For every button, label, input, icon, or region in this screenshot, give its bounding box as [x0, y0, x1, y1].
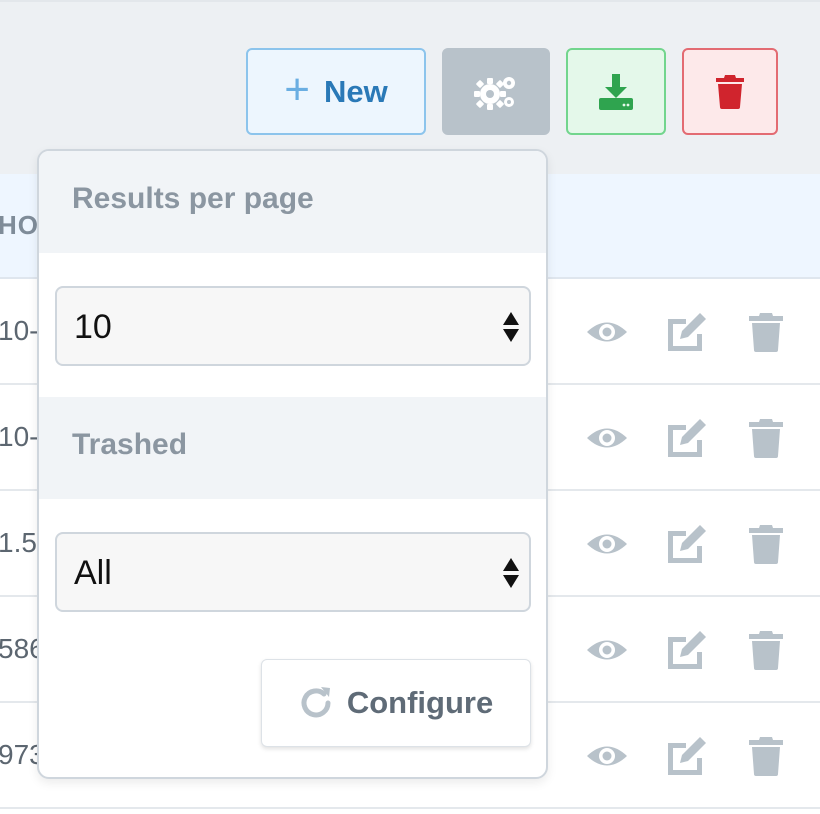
edit-icon[interactable]	[664, 629, 708, 671]
eye-icon[interactable]	[585, 735, 629, 777]
edit-icon[interactable]	[664, 735, 708, 777]
trashed-header: Trashed	[39, 397, 546, 499]
trash-icon[interactable]	[744, 417, 788, 459]
trash-icon[interactable]	[744, 735, 788, 777]
trash-icon[interactable]	[744, 629, 788, 671]
new-button[interactable]: + New	[246, 48, 426, 135]
eye-icon[interactable]	[585, 523, 629, 565]
export-button[interactable]	[566, 48, 666, 135]
configure-label: Configure	[346, 685, 494, 720]
configure-button[interactable]: Configure	[261, 659, 531, 747]
edit-icon[interactable]	[664, 523, 708, 565]
cell-text: 10-	[0, 315, 39, 346]
select-arrows-icon	[503, 312, 519, 342]
delete-button[interactable]	[682, 48, 778, 135]
cell-text: 1.5	[0, 527, 37, 558]
toolbar: + New	[0, 0, 820, 174]
settings-button[interactable]	[442, 48, 550, 135]
app-root: + New HO 10- 10-3 1.5 586 973 Results pe…	[0, 0, 820, 814]
eye-icon[interactable]	[585, 311, 629, 353]
eye-icon[interactable]	[585, 417, 629, 459]
download-icon	[599, 73, 633, 110]
trashed-label: Trashed	[72, 428, 188, 461]
eye-icon[interactable]	[585, 629, 629, 671]
trashed-value: All	[74, 554, 112, 592]
settings-dropdown: Results per page 10 Trashed All Configur…	[37, 149, 548, 779]
results-per-page-value: 10	[74, 308, 112, 346]
gears-icon	[474, 76, 515, 110]
trash-icon[interactable]	[744, 523, 788, 565]
refresh-icon	[301, 687, 331, 718]
plus-icon: +	[284, 64, 310, 114]
trash-icon	[716, 74, 744, 109]
select-arrows-icon	[503, 558, 519, 588]
new-button-label: New	[323, 73, 388, 109]
results-per-page-select[interactable]: 10	[55, 286, 531, 366]
edit-icon[interactable]	[664, 417, 708, 459]
edit-icon[interactable]	[664, 311, 708, 353]
column-header: HO	[0, 210, 39, 240]
results-per-page-header: Results per page	[39, 151, 546, 253]
trash-icon[interactable]	[744, 311, 788, 353]
results-per-page-label: Results per page	[72, 182, 314, 215]
trashed-select[interactable]: All	[55, 532, 531, 612]
